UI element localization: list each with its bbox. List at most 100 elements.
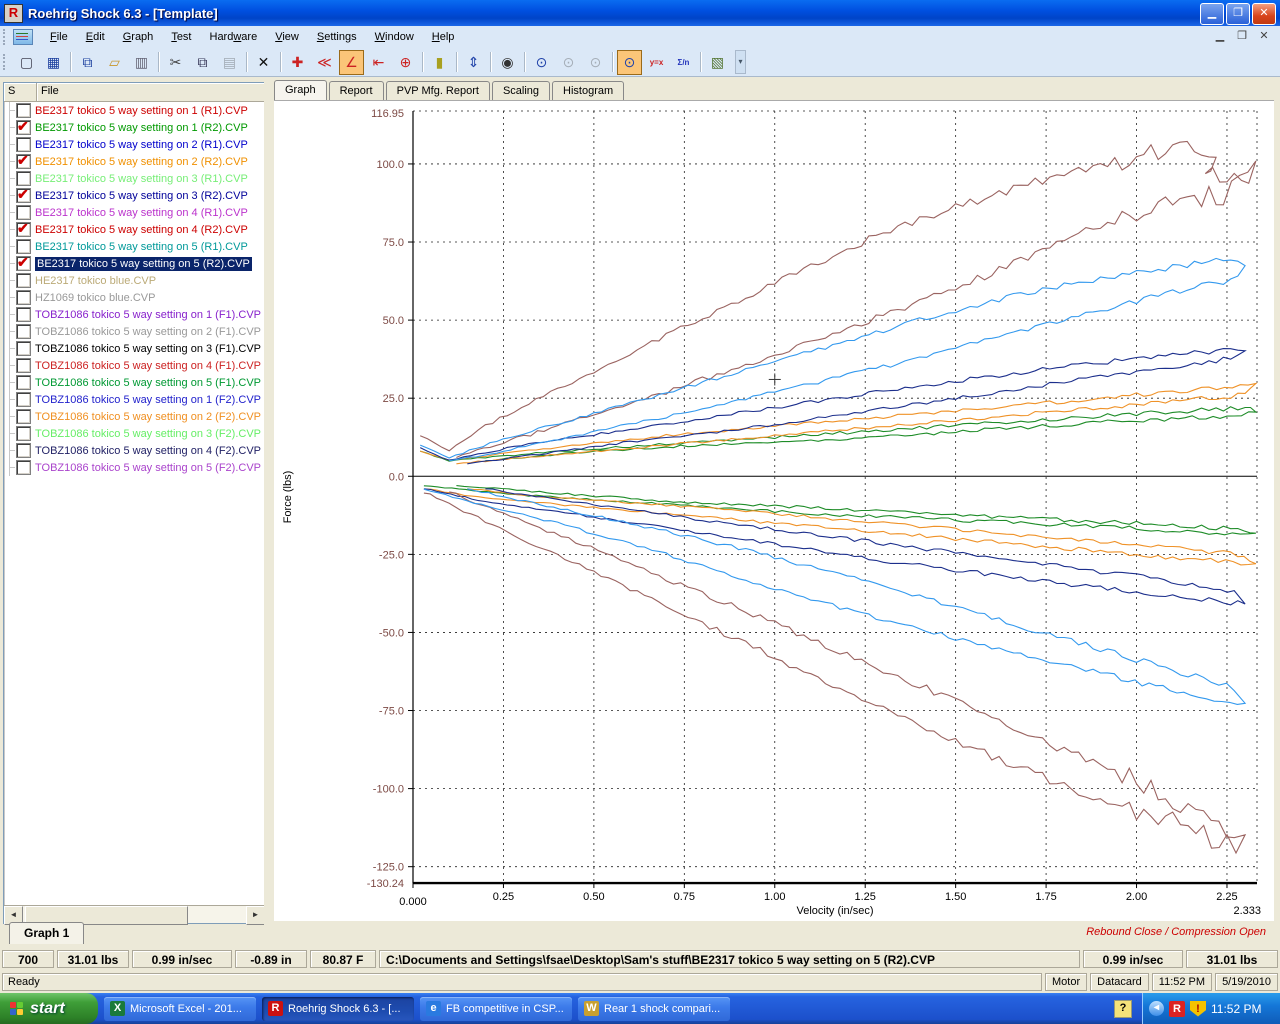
zoom-in-icon[interactable]: ⊙: [529, 50, 554, 75]
mdi-close-button[interactable]: ✕: [1256, 29, 1272, 44]
list-item[interactable]: HZ1069 tokico blue.CVP: [4, 289, 265, 306]
delete-icon[interactable]: ✕: [251, 50, 276, 75]
start-button[interactable]: start: [0, 993, 98, 1024]
list-item[interactable]: ✔BE2317 tokico 5 way setting on 1 (R2).C…: [4, 119, 265, 136]
list-item[interactable]: BE2317 tokico 5 way setting on 1 (R1).CV…: [4, 102, 265, 119]
list-item[interactable]: BE2317 tokico 5 way setting on 4 (R1).CV…: [4, 204, 265, 221]
list-item[interactable]: TOBZ1086 tokico 5 way setting on 4 (F2).…: [4, 442, 265, 459]
shock-setup-icon[interactable]: ▮: [427, 50, 452, 75]
list-item[interactable]: BE2317 tokico 5 way setting on 5 (R1).CV…: [4, 238, 265, 255]
close-button[interactable]: ✕: [1252, 3, 1276, 25]
toolbar-grip-2[interactable]: [3, 54, 10, 70]
panel-splitter[interactable]: [264, 82, 272, 947]
new-file-icon[interactable]: ▢: [14, 50, 39, 75]
menu-settings[interactable]: Settings: [308, 28, 366, 46]
stats-graph-icon[interactable]: ▧: [705, 50, 730, 75]
column-header-select[interactable]: S: [4, 83, 37, 101]
list-item[interactable]: TOBZ1086 tokico 5 way setting on 2 (F2).…: [4, 408, 265, 425]
tab-graph[interactable]: Graph: [274, 80, 327, 101]
taskbar-button-document[interactable]: WRear 1 shock compari...: [578, 997, 730, 1021]
tray-chevron-icon[interactable]: ◂: [1149, 1001, 1164, 1016]
file-checkbox[interactable]: ✔: [16, 256, 31, 271]
file-checkbox[interactable]: [16, 426, 31, 441]
tab-graph-1[interactable]: Graph 1: [9, 922, 84, 944]
list-item[interactable]: TOBZ1086 tokico 5 way setting on 3 (F2).…: [4, 425, 265, 442]
mdi-minimize-button[interactable]: ▁: [1212, 29, 1228, 44]
file-checkbox[interactable]: [16, 290, 31, 305]
toolbar-grip[interactable]: [3, 29, 10, 45]
list-item[interactable]: ✔BE2317 tokico 5 way setting on 2 (R2).C…: [4, 153, 265, 170]
column-header-file[interactable]: File: [37, 83, 265, 101]
horizontal-scrollbar[interactable]: ◄ ►: [4, 905, 265, 923]
file-checkbox[interactable]: [16, 205, 31, 220]
list-item[interactable]: ✔BE2317 tokico 5 way setting on 5 (R2).C…: [4, 255, 265, 272]
menu-edit[interactable]: Edit: [77, 28, 114, 46]
file-checkbox[interactable]: [16, 409, 31, 424]
file-checkbox[interactable]: [16, 443, 31, 458]
list-item[interactable]: TOBZ1086 tokico 5 way setting on 1 (F1).…: [4, 306, 265, 323]
file-checkbox[interactable]: [16, 171, 31, 186]
menu-help[interactable]: Help: [423, 28, 464, 46]
tab-pvp-mfg-report[interactable]: PVP Mfg. Report: [386, 81, 490, 100]
circle-cursor-icon[interactable]: ⊕: [393, 50, 418, 75]
list-item[interactable]: TOBZ1086 tokico 5 way setting on 3 (F1).…: [4, 340, 265, 357]
tab-report[interactable]: Report: [329, 81, 384, 100]
sigma-n-icon[interactable]: Σ/n: [671, 50, 696, 75]
gauge-adjust-icon[interactable]: ⇕: [461, 50, 486, 75]
menu-graph[interactable]: Graph: [114, 28, 163, 46]
restore-button[interactable]: ❐: [1226, 3, 1250, 25]
menu-view[interactable]: View: [266, 28, 308, 46]
taskbar-button-excel[interactable]: XMicrosoft Excel - 201...: [104, 997, 256, 1021]
file-checkbox[interactable]: [16, 392, 31, 407]
menu-test[interactable]: Test: [162, 28, 200, 46]
graph-canvas[interactable]: 100.075.050.025.00.0-25.0-50.0-75.0-100.…: [274, 100, 1274, 921]
list-item[interactable]: TOBZ1086 tokico 5 way setting on 5 (F1).…: [4, 374, 265, 391]
file-checkbox[interactable]: ✔: [16, 222, 31, 237]
file-checkbox[interactable]: ✔: [16, 188, 31, 203]
file-checkbox[interactable]: [16, 103, 31, 118]
open-icon[interactable]: ▱: [102, 50, 127, 75]
list-item[interactable]: TOBZ1086 tokico 5 way setting on 2 (F1).…: [4, 323, 265, 340]
file-checkbox[interactable]: ✔: [16, 120, 31, 135]
file-checkbox[interactable]: [16, 273, 31, 288]
file-checkbox[interactable]: [16, 239, 31, 254]
mdi-restore-button[interactable]: ❐: [1234, 29, 1250, 44]
file-checkbox[interactable]: [16, 460, 31, 475]
list-item[interactable]: TOBZ1086 tokico 5 way setting on 1 (F2).…: [4, 391, 265, 408]
file-checkbox[interactable]: [16, 358, 31, 373]
list-item[interactable]: HE2317 tokico blue.CVP: [4, 272, 265, 289]
print-icon[interactable]: ▥: [129, 50, 154, 75]
file-checkbox[interactable]: [16, 137, 31, 152]
save-icon[interactable]: ▦: [41, 50, 66, 75]
single-curve-icon[interactable]: ∠: [339, 50, 364, 75]
list-item[interactable]: BE2317 tokico 5 way setting on 3 (R1).CV…: [4, 170, 265, 187]
marker-cross-icon[interactable]: ✚: [285, 50, 310, 75]
curve-left-icon[interactable]: ⇤: [366, 50, 391, 75]
file-checkbox[interactable]: [16, 341, 31, 356]
magnifier-icon[interactable]: ⊙: [617, 50, 642, 75]
security-shield-icon[interactable]: !: [1190, 1001, 1206, 1017]
list-item[interactable]: BE2317 tokico 5 way setting on 2 (R1).CV…: [4, 136, 265, 153]
list-item[interactable]: ✔BE2317 tokico 5 way setting on 4 (R2).C…: [4, 221, 265, 238]
tab-histogram[interactable]: Histogram: [552, 81, 624, 100]
file-checkbox[interactable]: ✔: [16, 154, 31, 169]
y-equals-x-icon[interactable]: y=x: [644, 50, 669, 75]
list-item[interactable]: ✔BE2317 tokico 5 way setting on 3 (R2).C…: [4, 187, 265, 204]
multi-curve-icon[interactable]: ≪: [312, 50, 337, 75]
menu-window[interactable]: Window: [366, 28, 423, 46]
taskbar-button-internet-explorer[interactable]: eFB competitive in CSP...: [420, 997, 572, 1021]
cut-icon[interactable]: ✂: [163, 50, 188, 75]
roehrig-tray-icon[interactable]: R: [1169, 1001, 1185, 1017]
file-checkbox[interactable]: [16, 324, 31, 339]
export-icon[interactable]: ⧉: [75, 50, 100, 75]
toolbar-overflow-chevron[interactable]: ▾: [735, 50, 746, 74]
menu-hardware[interactable]: Hardware: [201, 28, 267, 46]
list-item[interactable]: TOBZ1086 tokico 5 way setting on 4 (F1).…: [4, 357, 265, 374]
snapshot-icon[interactable]: ◉: [495, 50, 520, 75]
tab-scaling[interactable]: Scaling: [492, 81, 550, 100]
copy-icon[interactable]: ⧉: [190, 50, 215, 75]
list-item[interactable]: TOBZ1086 tokico 5 way setting on 5 (F2).…: [4, 459, 265, 476]
menu-file[interactable]: File: [41, 28, 77, 46]
help-notification-icon[interactable]: ?: [1114, 1000, 1132, 1018]
minimize-button[interactable]: ▁: [1200, 3, 1224, 25]
